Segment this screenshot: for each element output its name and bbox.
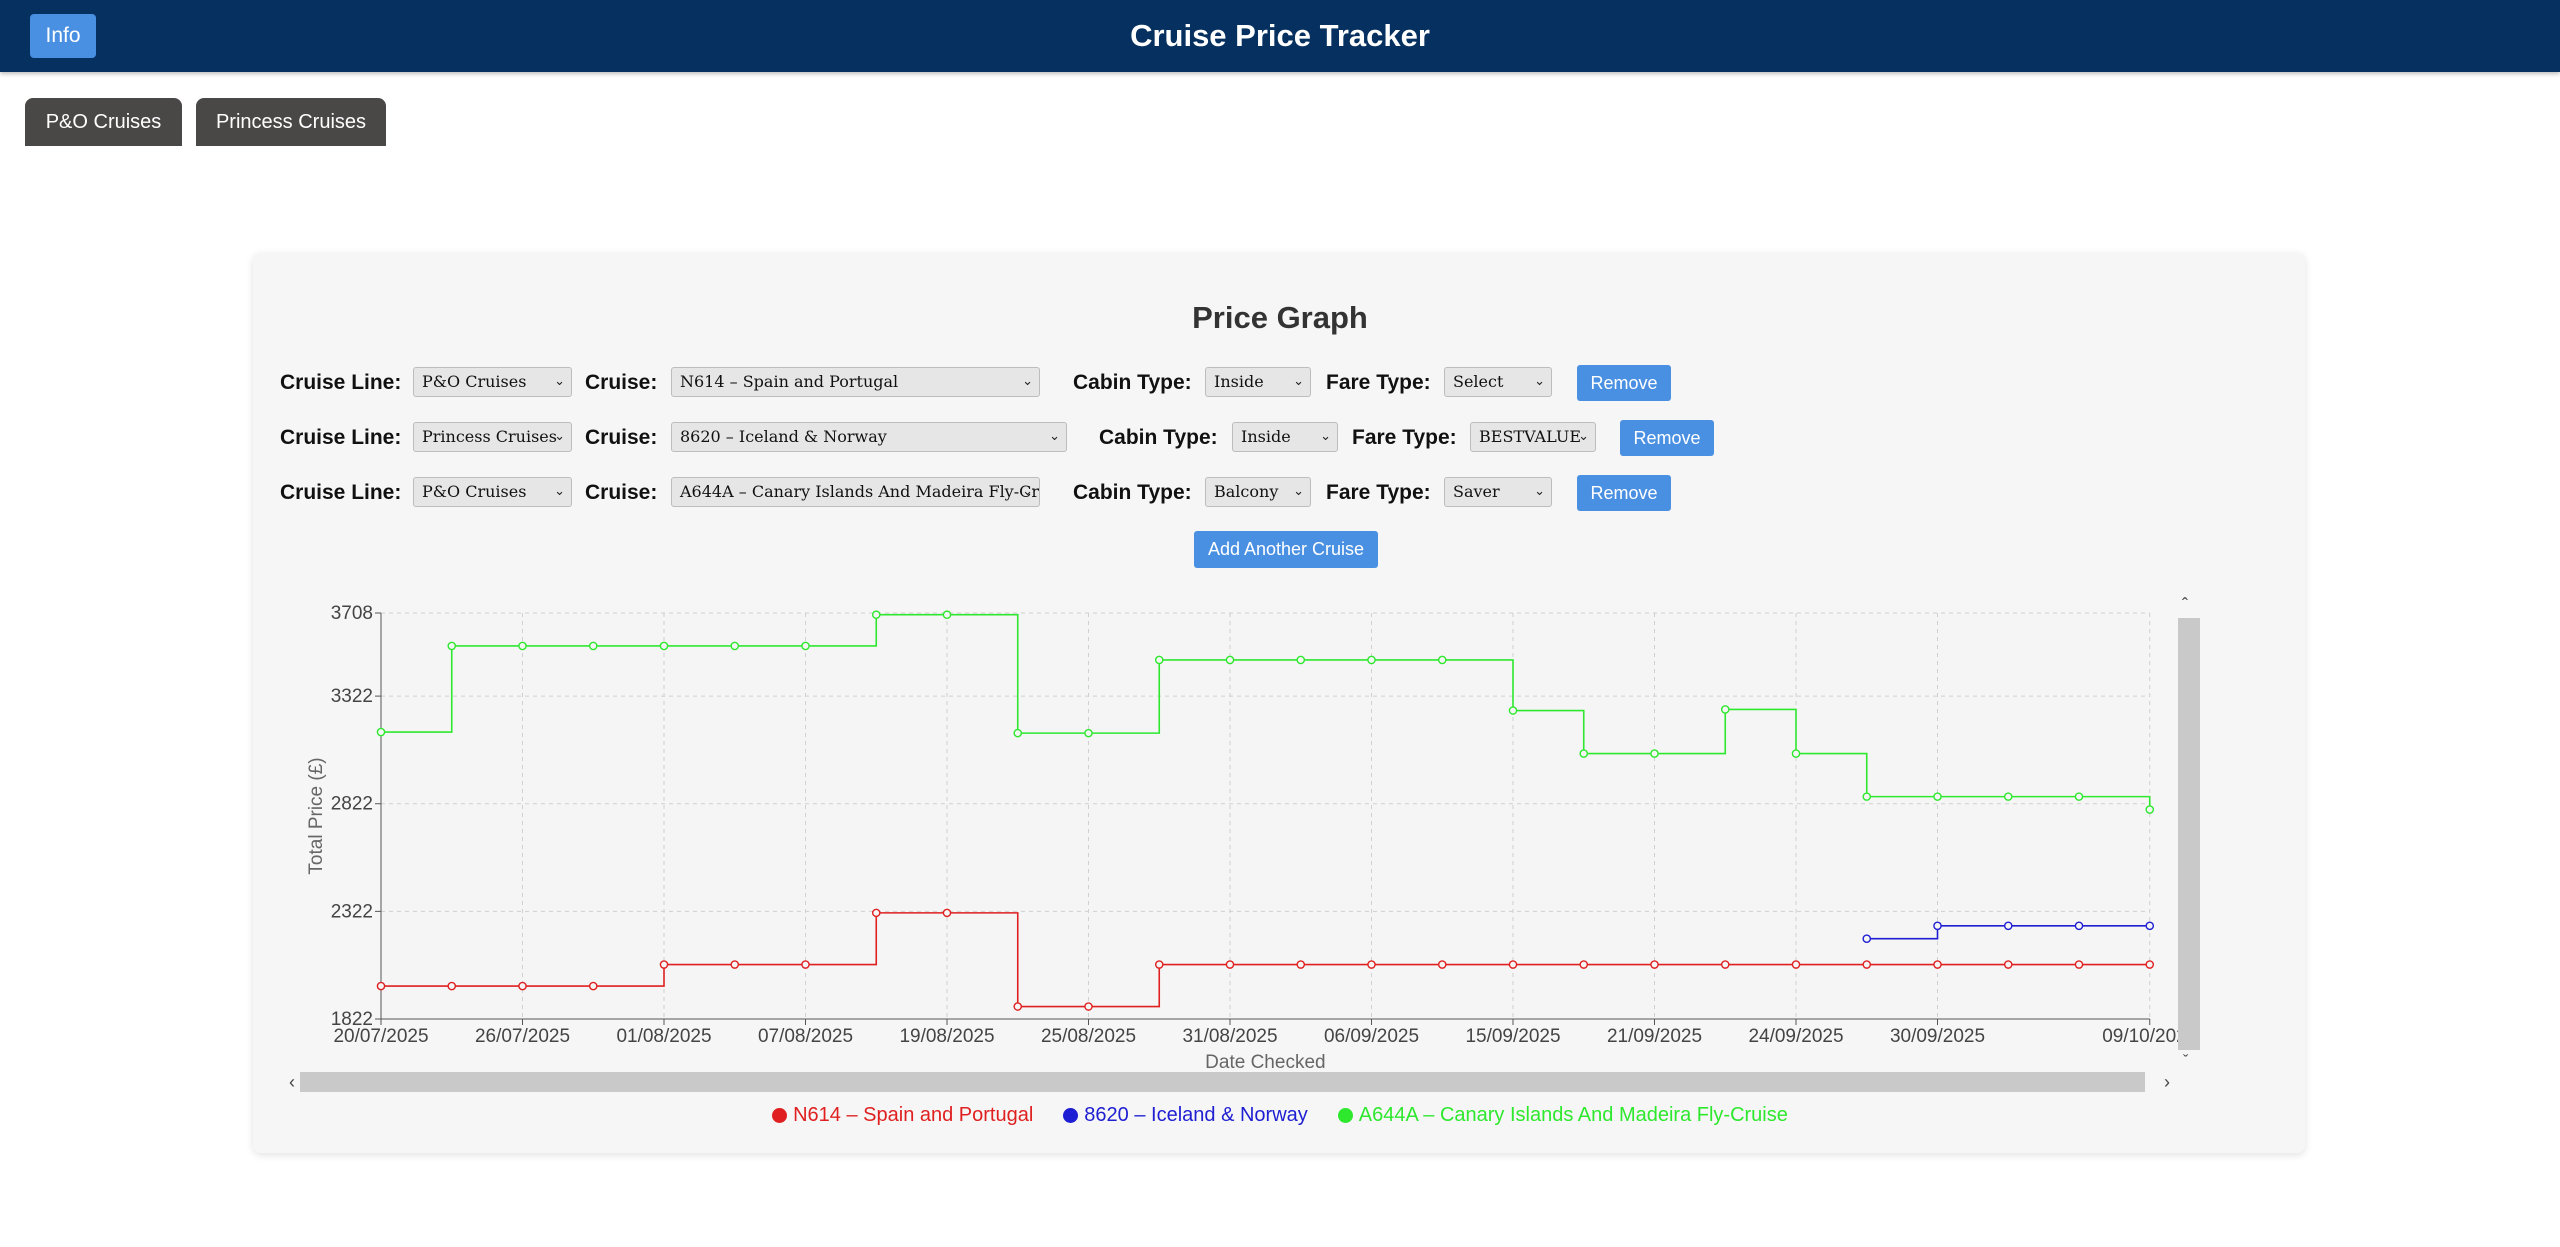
cruise-line-select[interactable]: Princess Cruises ⌄	[413, 422, 572, 452]
legend-item[interactable]: N614 – Spain and Portugal	[772, 1104, 1033, 1127]
fare-type-value: Saver	[1453, 482, 1500, 501]
legend-label: A644A – Canary Islands And Madeira Fly-C…	[1358, 1104, 1788, 1126]
chevron-down-icon: ⌄	[1049, 429, 1060, 444]
fare-type-value: BESTVALUE	[1479, 427, 1582, 446]
fare-type-label: Fare Type:	[1326, 371, 1431, 394]
chevron-down-icon: ⌄	[1534, 374, 1545, 389]
app-header: Info Cruise Price Tracker	[0, 0, 2560, 72]
chevron-down-icon: ⌄	[554, 429, 565, 444]
legend-item[interactable]: 8620 – Iceland & Norway	[1063, 1104, 1308, 1127]
cruise-line-label: Cruise Line:	[280, 371, 402, 394]
cabin-type-select[interactable]: Balcony ⌄	[1205, 477, 1311, 507]
cruise-line-select[interactable]: P&O Cruises ⌄	[413, 477, 572, 507]
legend-label: 8620 – Iceland & Norway	[1084, 1104, 1308, 1126]
chevron-down-icon: ⌄	[1320, 429, 1331, 444]
cruise-select[interactable]: N614 – Spain and Portugal ⌄	[671, 367, 1040, 397]
graph-title: Price Graph	[1192, 300, 1368, 335]
legend-label: N614 – Spain and Portugal	[793, 1104, 1034, 1126]
info-button[interactable]: Info	[30, 14, 96, 58]
cruise-select[interactable]: A644A – Canary Islands And Madeira Fly-C…	[671, 477, 1040, 507]
cabin-type-value: Inside	[1214, 372, 1264, 391]
cruise-label: Cruise:	[585, 426, 658, 449]
cruise-value: A644A – Canary Islands And Madeira Fly-C…	[680, 482, 1040, 501]
cruise-line-value: P&O Cruises	[422, 482, 527, 501]
chart-legend: N614 – Spain and Portugal 8620 – Iceland…	[0, 1104, 2560, 1127]
add-another-cruise-button[interactable]: Add Another Cruise	[1194, 531, 1378, 568]
fare-type-label: Fare Type:	[1352, 426, 1457, 449]
cabin-type-label: Cabin Type:	[1073, 481, 1192, 504]
chevron-down-icon: ⌄	[554, 484, 565, 499]
legend-dot-icon	[1063, 1108, 1079, 1123]
cabin-type-label: Cabin Type:	[1099, 426, 1218, 449]
chevron-down-icon: ⌄	[554, 374, 565, 389]
fare-type-select[interactable]: Saver ⌄	[1444, 477, 1552, 507]
fare-type-value: Select	[1453, 372, 1504, 391]
fare-type-select[interactable]: Select ⌄	[1444, 367, 1552, 397]
chevron-down-icon: ⌄	[1534, 484, 1545, 499]
chevron-down-icon: ⌄	[1022, 484, 1033, 499]
cruise-label: Cruise:	[585, 371, 658, 394]
cabin-type-select[interactable]: Inside ⌄	[1205, 367, 1311, 397]
legend-dot-icon	[1337, 1108, 1353, 1123]
cabin-type-value: Balcony	[1214, 482, 1279, 501]
cabin-type-value: Inside	[1241, 427, 1291, 446]
legend-dot-icon	[772, 1108, 788, 1123]
cruise-line-select[interactable]: P&O Cruises ⌄	[413, 367, 572, 397]
tab-po-cruises[interactable]: P&O Cruises	[25, 98, 182, 146]
tab-princess-cruises[interactable]: Princess Cruises	[196, 98, 386, 146]
chevron-down-icon: ⌄	[1578, 429, 1589, 444]
cruise-value: 8620 – Iceland & Norway	[680, 427, 887, 446]
cruise-line-label: Cruise Line:	[280, 481, 402, 504]
chevron-down-icon: ⌄	[1022, 374, 1033, 389]
chevron-down-icon: ⌄	[1293, 484, 1304, 499]
remove-button[interactable]: Remove	[1620, 420, 1714, 456]
cabin-type-select[interactable]: Inside ⌄	[1232, 422, 1338, 452]
chevron-down-icon: ⌄	[1293, 374, 1304, 389]
cruise-label: Cruise:	[585, 481, 658, 504]
fare-type-select[interactable]: BESTVALUE ⌄	[1470, 422, 1596, 452]
remove-button[interactable]: Remove	[1577, 475, 1671, 511]
remove-button[interactable]: Remove	[1577, 365, 1671, 401]
page-title: Cruise Price Tracker	[1130, 18, 1430, 53]
fare-type-label: Fare Type:	[1326, 481, 1431, 504]
cruise-value: N614 – Spain and Portugal	[680, 372, 899, 391]
legend-item[interactable]: A644A – Canary Islands And Madeira Fly-C…	[1337, 1104, 1788, 1127]
cruise-line-value: P&O Cruises	[422, 372, 527, 391]
cruise-select[interactable]: 8620 – Iceland & Norway ⌄	[671, 422, 1067, 452]
cruise-line-value: Princess Cruises	[422, 427, 557, 446]
cruise-line-label: Cruise Line:	[280, 426, 402, 449]
cabin-type-label: Cabin Type:	[1073, 371, 1192, 394]
